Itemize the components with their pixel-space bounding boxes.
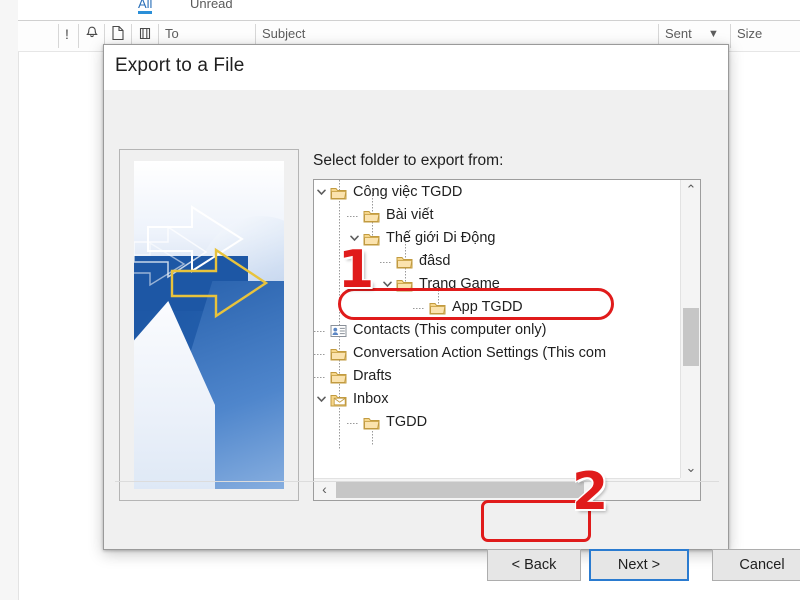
next-button[interactable]: Next > (589, 549, 689, 581)
tree-item-label: Công việc TGDD (353, 184, 463, 200)
tab-unread-label: Unread (190, 0, 233, 11)
tree-guide-line (347, 423, 358, 424)
folder-icon (363, 209, 380, 223)
chevron-down-icon[interactable] (314, 185, 328, 201)
artwork-arrow-outline-gold (170, 247, 268, 319)
tree-item-label: Inbox (353, 391, 389, 407)
tab-all[interactable]: All (138, 0, 153, 14)
dialog-title: Export to a File (115, 55, 245, 76)
folder-icon (363, 416, 380, 430)
tree-item-label: Thế giới Di Động (386, 230, 496, 246)
annotation-number-1: 1 (338, 240, 375, 300)
tree-guide-line (339, 180, 340, 450)
tab-active-underline (138, 11, 153, 14)
tree-guide-line (314, 377, 325, 378)
tree-item-label: Contacts (This computer only) (353, 322, 547, 338)
folder-tree-viewport: Công việc TGDD Bài viết Thế giới Di Động đâ… (314, 180, 680, 478)
back-button[interactable]: < Back (487, 549, 581, 581)
tree-item-label: Drafts (353, 368, 392, 384)
tree-vertical-scrollbar[interactable]: ⌃ ⌄ (680, 180, 700, 478)
column-header-sent[interactable]: Sent (665, 26, 692, 41)
folder-tree[interactable]: Công việc TGDD Bài viết Thế giới Di Động đâ… (313, 179, 701, 501)
dialog-footer-divider (115, 481, 719, 482)
attachment-page-icon[interactable] (111, 25, 125, 45)
wizard-artwork-frame (119, 149, 299, 501)
inbox-folder-icon (330, 393, 347, 407)
tree-item-label: TGDD (386, 414, 428, 430)
categories-icon[interactable] (138, 25, 152, 45)
sort-descending-icon[interactable]: ▼ (708, 28, 719, 40)
dialog-titlebar: Export to a File (104, 45, 728, 90)
annotation-number-2: 2 (572, 462, 609, 522)
column-header-to[interactable]: To (165, 26, 179, 41)
column-divider (78, 24, 79, 48)
wizard-arrows-artwork (134, 161, 284, 489)
vertical-scrollbar-thumb[interactable] (683, 308, 699, 366)
reading-pane (735, 52, 800, 600)
tree-guide-line (314, 331, 325, 332)
reminder-bell-icon[interactable] (84, 25, 100, 46)
contacts-card-icon (330, 324, 347, 338)
column-header-subject[interactable]: Subject (262, 26, 305, 41)
column-divider (730, 24, 731, 48)
folder-icon (330, 186, 347, 200)
tree-item-label: đâsd (419, 253, 451, 269)
cancel-button[interactable]: Cancel (712, 549, 800, 581)
tree-guide-line (314, 354, 325, 355)
tab-all-label: All (138, 0, 153, 11)
chevron-down-icon[interactable] (314, 392, 328, 408)
scroll-left-icon[interactable]: ‹ (314, 479, 335, 500)
folder-icon (330, 370, 347, 384)
message-filter-tabstrip: All Unread (18, 0, 800, 21)
folder-icon (396, 255, 413, 269)
tree-item-label: Conversation Action Settings (This com (353, 345, 607, 361)
tree-guide-line (380, 262, 391, 263)
folder-icon (330, 347, 347, 361)
scroll-down-icon[interactable]: ⌄ (681, 458, 700, 478)
scroll-up-icon[interactable]: ⌃ (681, 180, 700, 200)
select-folder-prompt: Select folder to export from: (313, 152, 504, 169)
tree-guide-line (347, 216, 358, 217)
column-divider (58, 24, 59, 48)
importance-icon[interactable]: ! (65, 25, 69, 43)
tab-unread[interactable]: Unread (190, 0, 233, 11)
horizontal-scrollbar-thumb[interactable] (336, 481, 584, 498)
nav-rail (0, 0, 19, 600)
column-header-size[interactable]: Size (737, 26, 762, 41)
annotation-ellipse-contacts (338, 288, 614, 320)
tree-item-label: Bài viết (386, 207, 434, 223)
